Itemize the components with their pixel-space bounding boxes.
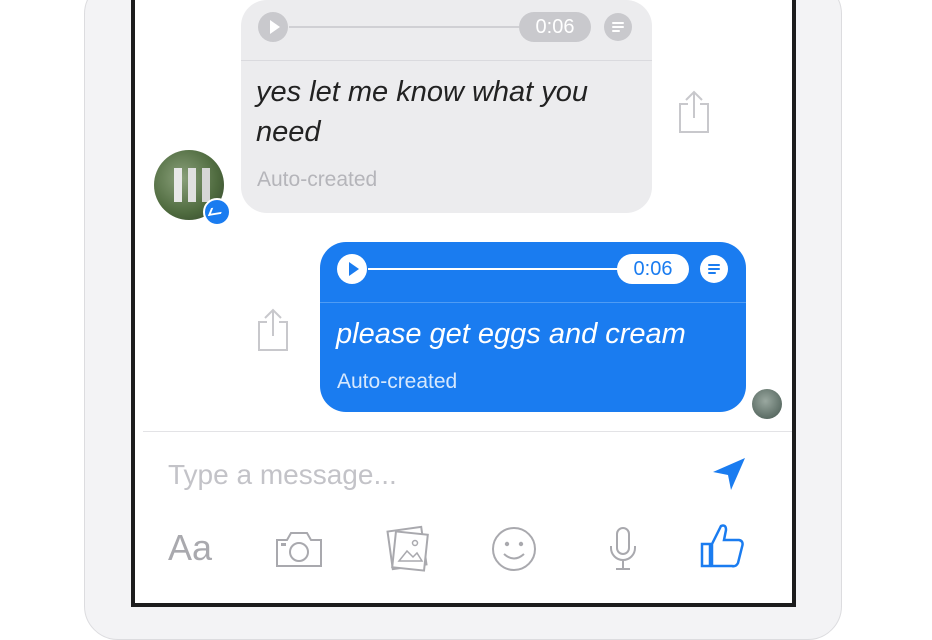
audio-progress-track[interactable]	[289, 26, 519, 28]
audio-duration: 0:06	[519, 12, 591, 42]
message-input[interactable]	[168, 455, 688, 495]
messenger-badge-icon	[203, 198, 231, 226]
message-transcript: please get eggs and cream	[336, 318, 686, 350]
transcript-menu-icon[interactable]	[604, 13, 632, 41]
emoji-icon[interactable]	[489, 524, 539, 574]
transcript-menu-icon[interactable]	[700, 255, 728, 283]
share-icon[interactable]	[255, 308, 291, 352]
outgoing-voice-message[interactable]: 0:06 please get eggs and cream Auto-crea…	[320, 242, 746, 412]
bubble-divider	[241, 60, 652, 61]
seen-avatar	[752, 389, 782, 419]
text-format-button[interactable]: Aa	[168, 527, 212, 569]
auto-created-label: Auto-created	[337, 370, 458, 393]
play-icon[interactable]	[258, 12, 288, 42]
share-icon[interactable]	[676, 90, 712, 134]
like-icon[interactable]	[699, 520, 747, 570]
audio-duration: 0:06	[617, 254, 689, 284]
audio-player: 0:06	[241, 0, 652, 58]
bubble-divider	[320, 302, 746, 303]
send-icon[interactable]	[709, 454, 749, 494]
audio-player: 0:06	[320, 242, 746, 300]
microphone-icon[interactable]	[605, 524, 641, 574]
message-transcript: yes let me know what you need	[256, 76, 589, 148]
composer-divider	[143, 431, 792, 432]
auto-created-label: Auto-created	[257, 168, 378, 191]
play-icon[interactable]	[337, 254, 367, 284]
gallery-icon[interactable]	[382, 523, 434, 573]
messenger-screen: 0:06 yes let me know what you need Auto-…	[131, 0, 796, 607]
camera-icon[interactable]	[273, 528, 325, 570]
incoming-voice-message[interactable]: 0:06 yes let me know what you need Auto-…	[241, 0, 652, 213]
audio-progress-track[interactable]	[368, 268, 618, 270]
